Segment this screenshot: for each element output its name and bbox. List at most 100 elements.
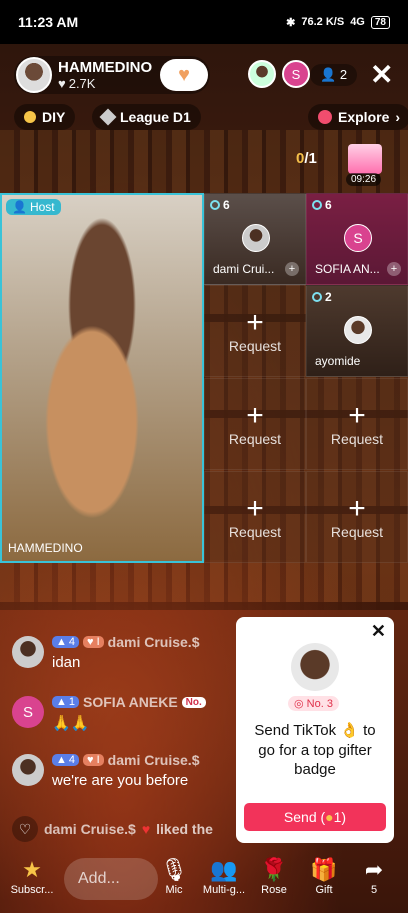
- host-video[interactable]: 👤 Host HAMMEDINO: [0, 193, 204, 563]
- guest-count: 6: [312, 198, 332, 212]
- fan-badge: ♥ I: [83, 636, 104, 648]
- guest-name: dami Crui...: [213, 262, 275, 276]
- chat-text: we're are you before: [52, 772, 189, 789]
- heart-icon: ♥: [87, 754, 94, 766]
- chat-username[interactable]: SOFIA ANEKE: [83, 694, 178, 710]
- guest-slot[interactable]: 6 dami Crui... +: [204, 193, 306, 285]
- bluetooth-icon: ✱: [286, 16, 296, 29]
- guest-name: SOFIA AN...: [315, 262, 380, 276]
- guest-count: 6: [210, 198, 230, 212]
- diy-chip[interactable]: DIY: [14, 104, 76, 130]
- explore-chip[interactable]: Explore ›: [308, 104, 408, 130]
- like-username[interactable]: dami Cruise.$: [44, 821, 136, 837]
- viewer-avatar[interactable]: [248, 60, 276, 88]
- request-slot[interactable]: + Request: [204, 378, 306, 470]
- rose-gift-button[interactable]: 🌹 Rose: [250, 856, 298, 896]
- viewer-avatar[interactable]: S: [282, 60, 310, 88]
- diamond-icon: [99, 108, 117, 126]
- coin-icon: [24, 111, 36, 123]
- fan-badge: ♥ I: [83, 754, 104, 766]
- request-slot[interactable]: + Request: [306, 378, 408, 470]
- league-chip[interactable]: League D1: [92, 104, 201, 130]
- like-text: liked the: [156, 821, 213, 837]
- coin-icon: ●: [325, 809, 334, 825]
- request-slot[interactable]: + Request: [204, 471, 306, 563]
- chat-meta: ▲ 4 ♥ I dami Cruise.$: [52, 634, 200, 650]
- battery-icon: 78: [370, 15, 390, 29]
- guest-slot[interactable]: 2 ayomide: [306, 285, 408, 377]
- follow-button[interactable]: ♥: [160, 59, 208, 91]
- chip-row: DIY League D1 Explore ›: [14, 104, 408, 130]
- close-icon[interactable]: ✕: [371, 621, 386, 642]
- mic-button[interactable]: 🎙 Mic: [150, 856, 198, 896]
- host-avatar[interactable]: [16, 57, 52, 93]
- top-viewers[interactable]: S: [248, 60, 310, 88]
- share-button[interactable]: ➦ 5: [350, 856, 398, 896]
- send-gift-button[interactable]: Send (●1): [244, 803, 386, 831]
- likes-count: 2.7K: [68, 76, 96, 91]
- request-label: Request: [228, 338, 282, 354]
- close-icon[interactable]: ✕: [370, 58, 393, 91]
- clock: 11:23 AM: [18, 14, 79, 30]
- explore-icon: [318, 110, 332, 124]
- coin-ring-icon: [312, 200, 322, 210]
- host-info: HAMMEDINO ♥ 2.7K: [58, 59, 152, 91]
- add-icon[interactable]: +: [285, 262, 299, 276]
- triangle-icon: ▲: [56, 636, 67, 648]
- live-header: HAMMEDINO ♥ 2.7K ♥ S 👤 2 ✕: [14, 56, 394, 96]
- rank-badge: No.: [181, 696, 206, 708]
- subscribe-button[interactable]: ★ Subscr...: [8, 856, 56, 896]
- status-bar: 11:23 AM ✱ 76.2 K/S 4G 78: [0, 0, 408, 44]
- gift-box-icon[interactable]: [348, 144, 382, 174]
- add-icon[interactable]: +: [387, 262, 401, 276]
- multi-guest-grid: 👤 Host HAMMEDINO 6 dami Crui... + 6 S SO…: [0, 193, 408, 563]
- host-tag: 👤 Host: [6, 199, 61, 215]
- user-avatar[interactable]: [12, 636, 44, 668]
- request-label: Request: [228, 524, 282, 540]
- guest-slot[interactable]: 6 S SOFIA AN... +: [306, 193, 408, 285]
- request-slot[interactable]: + Request: [204, 285, 306, 377]
- signal-icon: 4G: [350, 16, 365, 28]
- plus-icon: +: [246, 306, 264, 339]
- red-heart-icon: ♥: [141, 821, 151, 837]
- plus-icon: +: [246, 399, 264, 432]
- share-icon: ➦: [364, 857, 384, 882]
- request-label: Request: [330, 431, 384, 447]
- network-speed: 76.2 K/S: [301, 16, 345, 28]
- user-avatar[interactable]: S: [12, 696, 44, 728]
- host-likes: ♥ 2.7K: [58, 76, 152, 91]
- popup-message: Send TikTok 👌 to go for a top gifter bad…: [254, 722, 376, 778]
- heart-outline-icon: ♡: [12, 816, 38, 842]
- heart-icon: ♥: [87, 636, 94, 648]
- star-icon: ★: [22, 857, 42, 882]
- multi-guest-button[interactable]: 👥 Multi-g...: [200, 856, 248, 896]
- user-avatar[interactable]: [12, 754, 44, 786]
- host-avatar: [291, 643, 339, 691]
- chat-meta: ▲ 1 SOFIA ANEKE No.: [52, 694, 206, 710]
- triangle-icon: ▲: [56, 696, 67, 708]
- chat-username[interactable]: dami Cruise.$: [108, 752, 200, 768]
- rose-icon: 🌹: [260, 857, 288, 882]
- viewer-count[interactable]: 👤 2: [310, 64, 358, 86]
- guest-avatar: S: [344, 224, 372, 252]
- request-slot[interactable]: + Request: [306, 471, 408, 563]
- system-icons: ✱ 76.2 K/S 4G 78: [286, 15, 390, 29]
- chat-text: 🙏🙏: [52, 715, 90, 732]
- request-label: Request: [228, 431, 282, 447]
- request-label: Request: [330, 524, 384, 540]
- comment-input[interactable]: Add...: [64, 858, 158, 900]
- multi-guest-icon: 👥: [210, 857, 238, 882]
- chat-username[interactable]: dami Cruise.$: [108, 634, 200, 650]
- level-badge: ▲ 4: [52, 754, 80, 766]
- guest-avatar: [242, 224, 270, 252]
- gift-button[interactable]: 🎁 Gift: [300, 856, 348, 896]
- plus-icon: +: [348, 492, 366, 525]
- medal-icon: ◎: [294, 698, 304, 710]
- mic-icon: 🎙: [160, 857, 188, 882]
- person-icon: 👤: [320, 67, 337, 82]
- triangle-icon: ▲: [56, 754, 67, 766]
- guest-count: 2: [312, 290, 332, 304]
- plus-icon: +: [246, 492, 264, 525]
- person-icon: 👤: [12, 200, 27, 214]
- gifter-badge-popup: ✕ ◎ No. 3 Send TikTok 👌 to go for a top …: [236, 617, 394, 843]
